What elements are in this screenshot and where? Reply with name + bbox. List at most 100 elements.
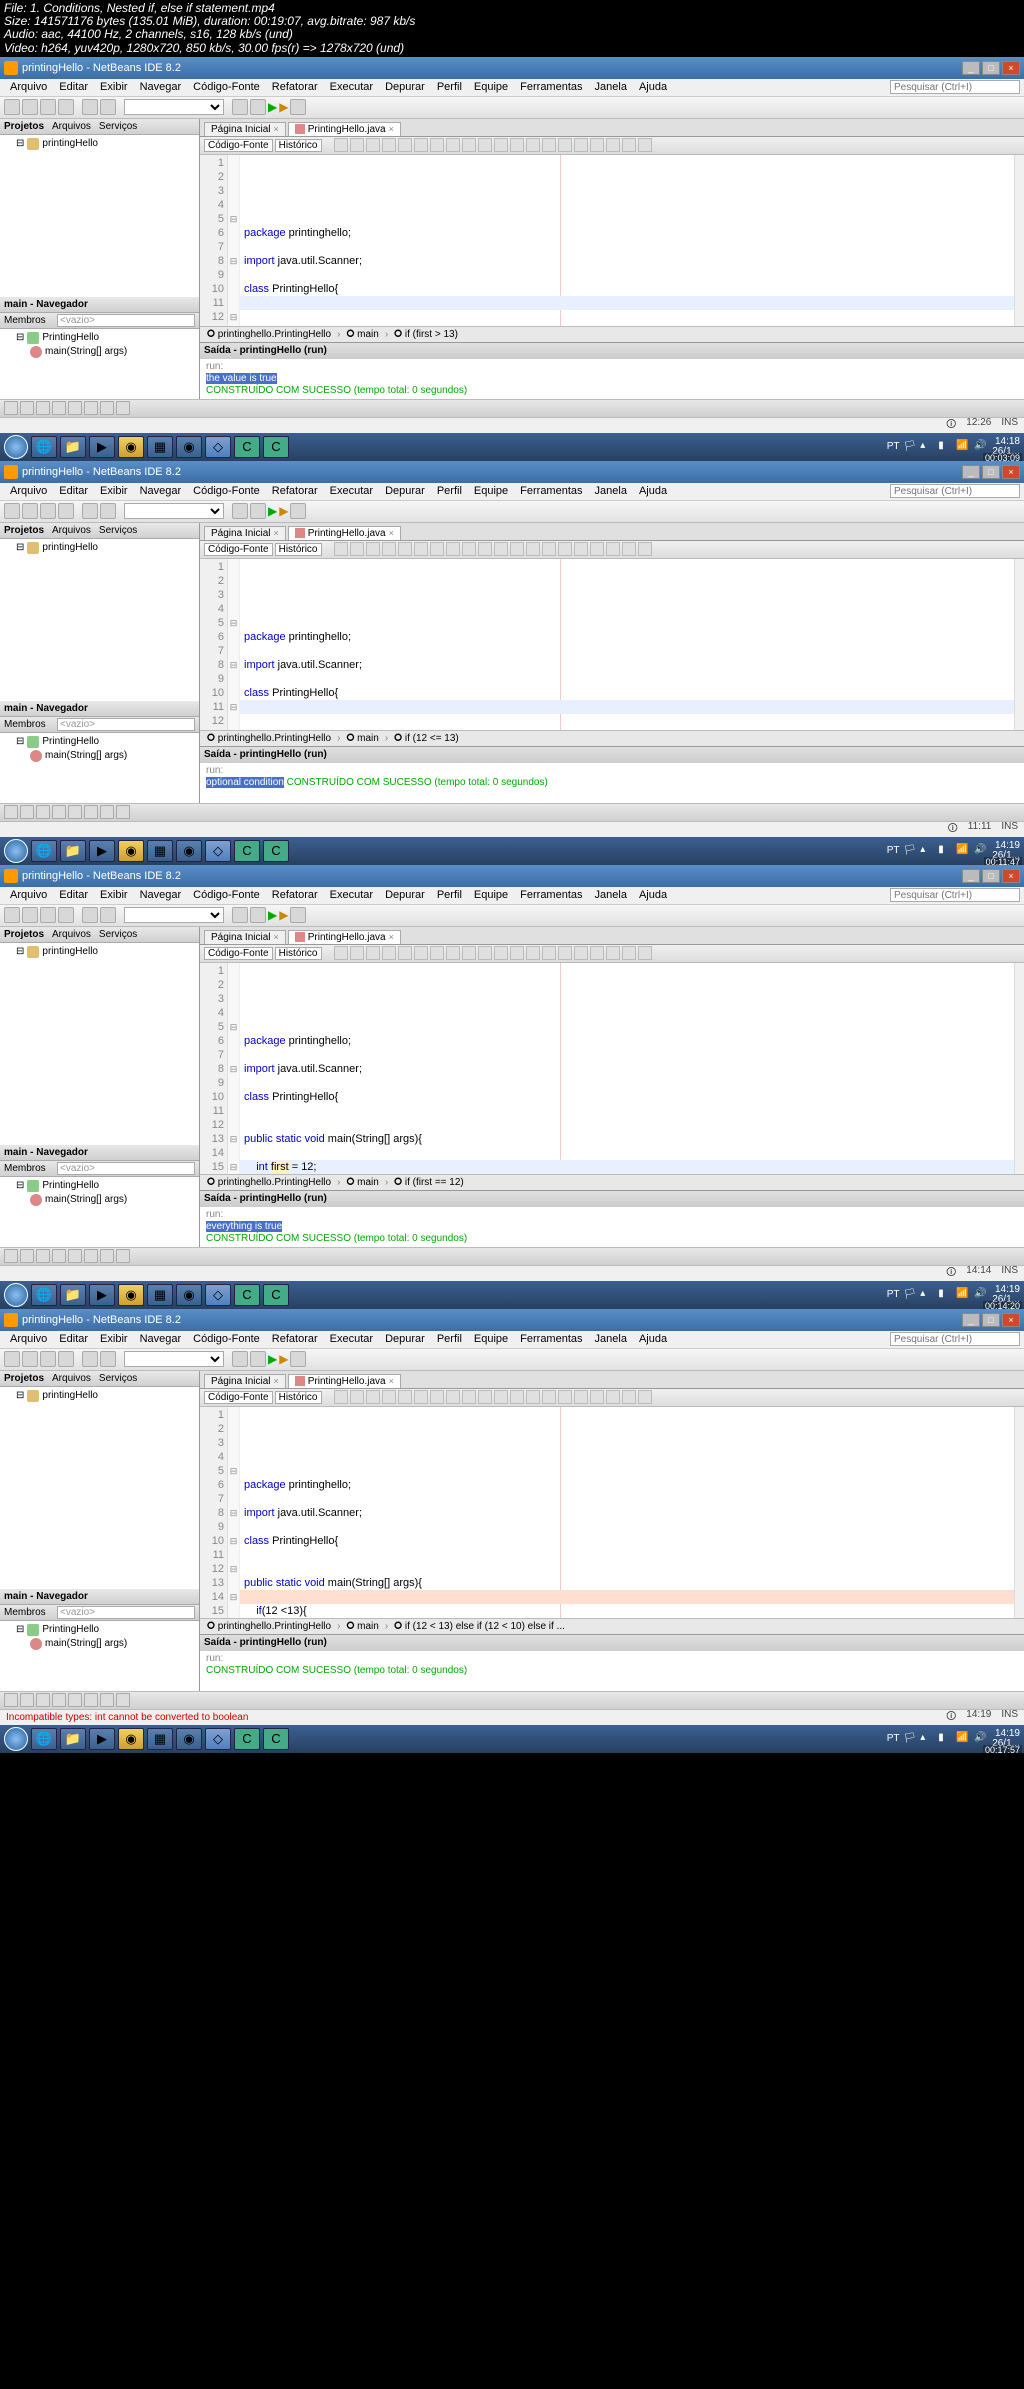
editor-tool-button[interactable] (526, 138, 540, 152)
menu-item[interactable]: Janela (589, 1333, 633, 1345)
close-tab-icon[interactable]: × (273, 124, 278, 134)
menu-item[interactable]: Exibir (94, 485, 134, 497)
editor-tool-button[interactable] (366, 1390, 380, 1404)
editor-tool-button[interactable] (526, 946, 540, 960)
window-button[interactable] (116, 401, 130, 415)
menu-item[interactable]: Perfil (431, 1333, 468, 1345)
menu-item[interactable]: Editar (53, 81, 94, 93)
editor-tool-button[interactable] (510, 1390, 524, 1404)
window-button[interactable] (84, 1693, 98, 1707)
code-editor[interactable]: 12345678910111213141516171819202122 ⊟ ⊟ … (200, 155, 1024, 326)
open-button[interactable] (40, 99, 56, 115)
code-editor[interactable]: 123456789101112131415161718192021222324 … (200, 1407, 1024, 1618)
editor-tool-button[interactable] (542, 542, 556, 556)
save-all-button[interactable] (58, 1351, 74, 1367)
menu-item[interactable]: Arquivo (4, 889, 53, 901)
tab-java-file[interactable]: PrintingHello.java× (288, 930, 401, 944)
tray-flag-icon[interactable]: 🏳 (903, 1289, 916, 1300)
debug-button[interactable]: ▶ (279, 1352, 288, 1366)
profile-button[interactable] (290, 1351, 306, 1367)
menu-item[interactable]: Código-Fonte (187, 81, 266, 93)
menu-item[interactable]: Arquivo (4, 485, 53, 497)
taskbar-chrome-icon[interactable]: ◉ (118, 436, 144, 458)
navigator-group[interactable]: Membros (4, 315, 46, 326)
window-button[interactable] (68, 1693, 82, 1707)
tray-battery-icon[interactable]: ▮ (938, 1732, 952, 1746)
window-button[interactable] (4, 805, 18, 819)
fold-gutter[interactable]: ⊟ ⊟ ⊟ ⊟ (228, 963, 240, 1174)
config-combo[interactable] (124, 1351, 224, 1367)
tray-arrow-icon[interactable]: ▴ (920, 1288, 934, 1302)
menu-item[interactable]: Janela (589, 81, 633, 93)
editor-tool-button[interactable] (398, 946, 412, 960)
editor-tool-button[interactable] (622, 946, 636, 960)
nav-class[interactable]: PrintingHello (42, 332, 99, 343)
profile-button[interactable] (290, 99, 306, 115)
navigator-filter[interactable] (57, 314, 195, 327)
menu-item[interactable]: Depurar (379, 1333, 431, 1345)
close-tab-icon[interactable]: × (273, 1376, 278, 1386)
editor-tool-button[interactable] (510, 946, 524, 960)
editor-tool-button[interactable] (462, 542, 476, 556)
editor-tool-button[interactable] (590, 542, 604, 556)
menu-item[interactable]: Janela (589, 485, 633, 497)
editor-tool-button[interactable] (430, 138, 444, 152)
editor-tool-button[interactable] (366, 138, 380, 152)
tab-projects[interactable]: Projetos (4, 929, 44, 940)
taskbar-camtasia2-icon[interactable]: C (263, 436, 289, 458)
window-button[interactable] (20, 401, 34, 415)
menu-item[interactable]: Exibir (94, 1333, 134, 1345)
editor-tool-button[interactable] (430, 1390, 444, 1404)
tray-volume-icon[interactable]: 🔊 (974, 844, 988, 858)
redo-button[interactable] (100, 907, 116, 923)
tab-projects[interactable]: Projetos (4, 525, 44, 536)
profile-button[interactable] (290, 907, 306, 923)
debug-button[interactable]: ▶ (279, 908, 288, 922)
menu-item[interactable]: Refatorar (266, 1333, 324, 1345)
editor-tool-button[interactable] (558, 1390, 572, 1404)
clean-build-button[interactable] (250, 503, 266, 519)
breadcrumb-item[interactable]: 🞇 if (first == 12) (391, 1177, 467, 1188)
tray-lang[interactable]: PT (887, 845, 900, 856)
menu-item[interactable]: Executar (324, 485, 379, 497)
tray-lang[interactable]: PT (887, 1733, 900, 1744)
new-file-button[interactable] (4, 1351, 20, 1367)
editor-tool-button[interactable] (382, 1390, 396, 1404)
tray-lang[interactable]: PT (887, 441, 900, 452)
projects-tree[interactable]: ⊟printingHello (0, 135, 199, 297)
editor-tool-button[interactable] (590, 138, 604, 152)
projects-tree[interactable]: ⊟printingHello (0, 943, 199, 1145)
tray-battery-icon[interactable]: ▮ (938, 1288, 952, 1302)
menu-item[interactable]: Equipe (468, 81, 514, 93)
open-button[interactable] (40, 1351, 56, 1367)
taskbar-explorer-icon[interactable]: 📁 (60, 1284, 86, 1306)
breadcrumb-item[interactable]: 🞇 printinghello.PrintingHello (204, 733, 334, 744)
taskbar-ie-icon[interactable]: 🌐 (31, 436, 57, 458)
editor-tool-button[interactable] (350, 138, 364, 152)
menu-item[interactable]: Janela (589, 889, 633, 901)
breadcrumb-item[interactable]: 🞇 main (343, 733, 381, 744)
source-view-button[interactable]: Código-Fonte (204, 1391, 273, 1404)
editor-tool-button[interactable] (622, 1390, 636, 1404)
code-editor[interactable]: 123456789101112131415161718192021222324 … (200, 963, 1024, 1174)
breadcrumb-item[interactable]: 🞇 if (12 <= 13) (391, 733, 462, 744)
taskbar-netbeans-icon[interactable]: ◇ (205, 840, 231, 862)
taskbar-chrome-icon[interactable]: ◉ (118, 1284, 144, 1306)
menu-item[interactable]: Editar (53, 1333, 94, 1345)
output-console[interactable]: run:CONSTRUÍDO COM SUCESSO (tempo total:… (200, 1651, 1024, 1691)
taskbar-wmp-icon[interactable]: ▶ (89, 1728, 115, 1750)
editor-tool-button[interactable] (446, 1390, 460, 1404)
minimize-button[interactable]: _ (962, 869, 980, 883)
tab-files[interactable]: Arquivos (52, 929, 91, 940)
nav-method[interactable]: main(String[] args) (45, 346, 127, 357)
editor-tool-button[interactable] (414, 138, 428, 152)
taskbar-camtasia-icon[interactable]: C (234, 840, 260, 862)
editor-tool-button[interactable] (638, 542, 652, 556)
start-button[interactable] (4, 1283, 28, 1307)
profile-button[interactable] (290, 503, 306, 519)
taskbar-explorer-icon[interactable]: 📁 (60, 1728, 86, 1750)
tab-start-page[interactable]: Página Inicial× (204, 526, 286, 540)
menu-item[interactable]: Ajuda (633, 889, 673, 901)
nav-method[interactable]: main(String[] args) (45, 1194, 127, 1205)
clean-build-button[interactable] (250, 99, 266, 115)
